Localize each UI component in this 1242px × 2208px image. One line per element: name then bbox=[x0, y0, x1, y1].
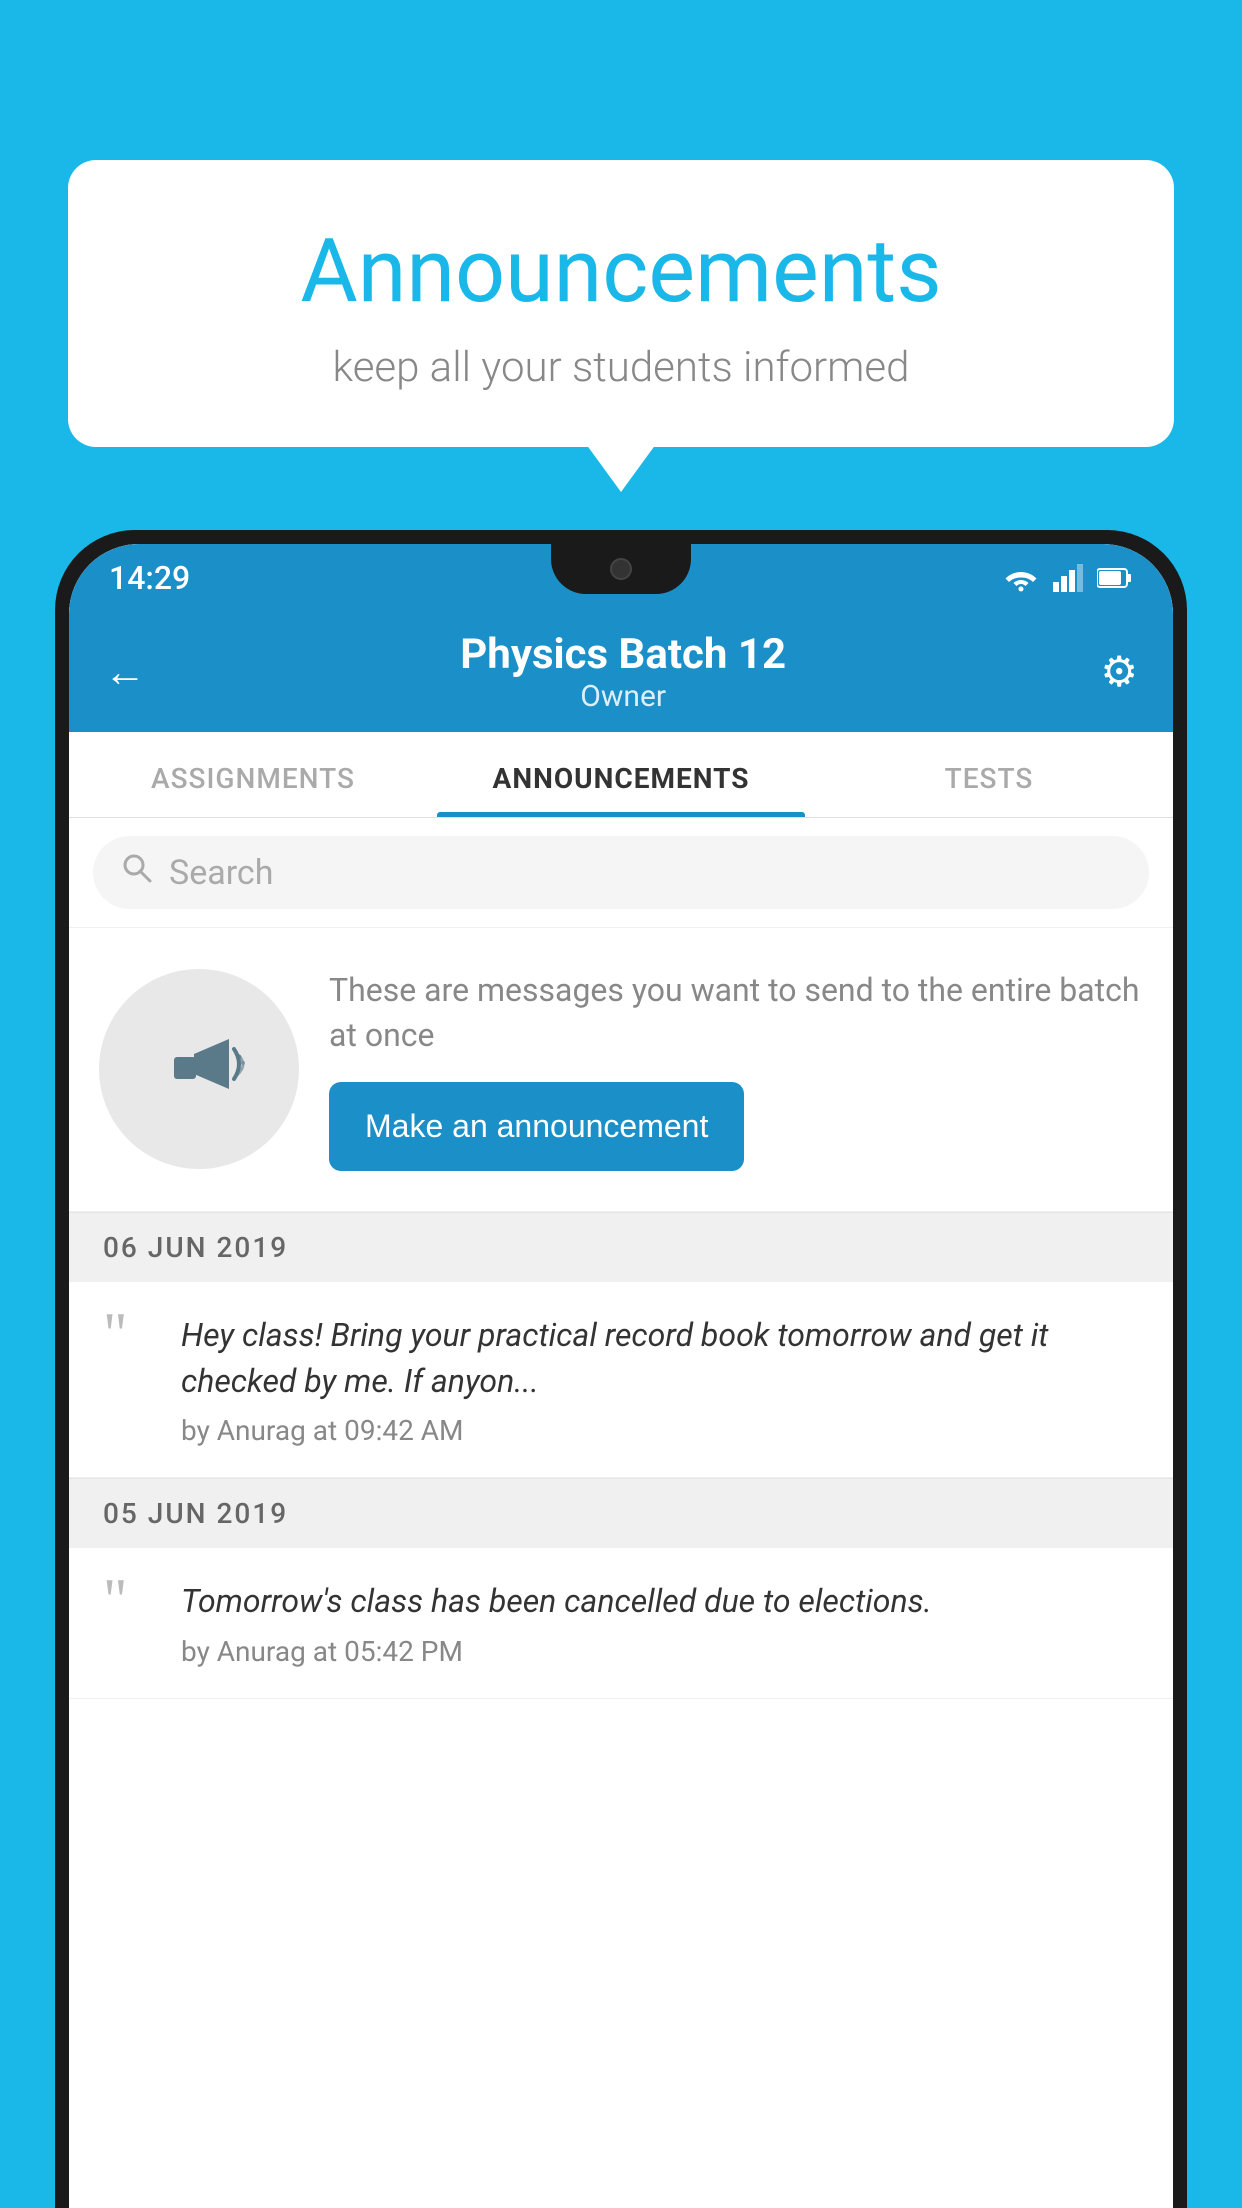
settings-button[interactable]: ⚙ bbox=[1100, 647, 1138, 697]
speech-bubble-subtitle: keep all your students informed bbox=[118, 343, 1124, 392]
quote-icon-1: " bbox=[103, 1304, 153, 1364]
megaphone-icon bbox=[149, 1019, 249, 1119]
make-announcement-button[interactable]: Make an announcement bbox=[329, 1082, 744, 1171]
header-subtitle: Owner bbox=[146, 679, 1100, 714]
announcement-text-1: Hey class! Bring your practical record b… bbox=[181, 1312, 1139, 1405]
tab-assignments[interactable]: ASSIGNMENTS bbox=[69, 732, 437, 817]
back-button[interactable]: ← bbox=[104, 648, 146, 697]
wifi-icon bbox=[1003, 564, 1039, 592]
notch bbox=[551, 544, 691, 594]
megaphone-illustration bbox=[99, 969, 299, 1169]
search-placeholder: Search bbox=[169, 853, 273, 893]
announcement-content-2: Tomorrow's class has been cancelled due … bbox=[181, 1578, 1139, 1667]
date-separator-1: 06 JUN 2019 bbox=[69, 1212, 1173, 1282]
phone-screen: 14:29 bbox=[69, 544, 1173, 2208]
camera bbox=[610, 558, 632, 580]
announcement-item-2[interactable]: " Tomorrow's class has been cancelled du… bbox=[69, 1548, 1173, 1698]
cta-description: These are messages you want to send to t… bbox=[329, 968, 1143, 1058]
announcement-item-1[interactable]: " Hey class! Bring your practical record… bbox=[69, 1282, 1173, 1479]
status-time: 14:29 bbox=[109, 559, 190, 597]
announcement-cta: These are messages you want to send to t… bbox=[69, 928, 1173, 1212]
search-icon bbox=[121, 852, 153, 893]
cta-right: These are messages you want to send to t… bbox=[329, 968, 1143, 1171]
battery-icon bbox=[1097, 567, 1133, 589]
announcement-text-2: Tomorrow's class has been cancelled due … bbox=[181, 1578, 1139, 1624]
status-icons bbox=[1003, 564, 1133, 592]
speech-bubble-container: Announcements keep all your students inf… bbox=[68, 160, 1174, 447]
header-center: Physics Batch 12 Owner bbox=[146, 630, 1100, 714]
speech-bubble: Announcements keep all your students inf… bbox=[68, 160, 1174, 447]
header-title: Physics Batch 12 bbox=[146, 630, 1100, 679]
speech-bubble-title: Announcements bbox=[118, 220, 1124, 323]
signal-icon bbox=[1053, 564, 1083, 592]
phone-inner: 14:29 bbox=[69, 544, 1173, 2208]
search-input-wrap[interactable]: Search bbox=[93, 836, 1149, 909]
date-separator-2: 05 JUN 2019 bbox=[69, 1478, 1173, 1548]
content-area: Search bbox=[69, 818, 1173, 2208]
quote-icon-2: " bbox=[103, 1570, 153, 1630]
announcement-content-1: Hey class! Bring your practical record b… bbox=[181, 1312, 1139, 1448]
app-header: ← Physics Batch 12 Owner ⚙ bbox=[69, 612, 1173, 732]
phone-frame: 14:29 bbox=[55, 530, 1187, 2208]
tabs-bar: ASSIGNMENTS ANNOUNCEMENTS TESTS bbox=[69, 732, 1173, 818]
announcement-meta-1: by Anurag at 09:42 AM bbox=[181, 1414, 1139, 1447]
announcement-meta-2: by Anurag at 05:42 PM bbox=[181, 1635, 1139, 1668]
tab-tests[interactable]: TESTS bbox=[805, 732, 1173, 817]
status-bar: 14:29 bbox=[69, 544, 1173, 612]
tab-announcements[interactable]: ANNOUNCEMENTS bbox=[437, 732, 805, 817]
search-bar: Search bbox=[69, 818, 1173, 928]
